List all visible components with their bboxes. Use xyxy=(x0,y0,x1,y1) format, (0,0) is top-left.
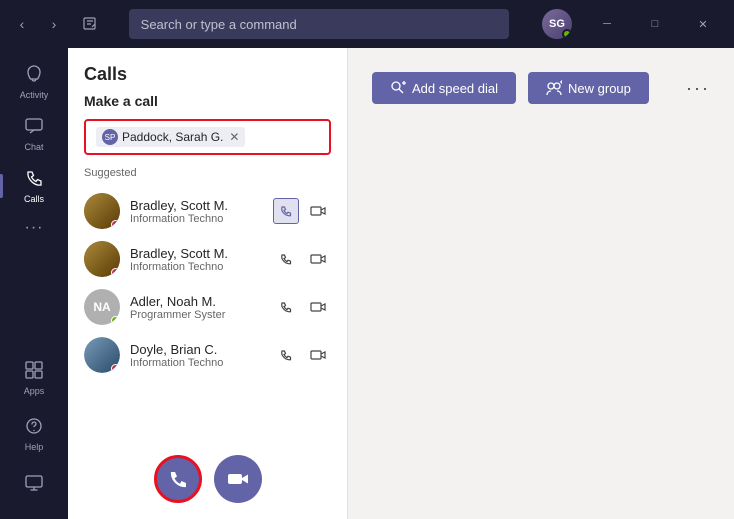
phone-call-button-scott1[interactable] xyxy=(273,198,299,224)
titlebar-nav: ‹ › xyxy=(8,10,68,38)
calls-panel: Calls Make a call SP Paddock, Sarah G. ✕… xyxy=(68,48,348,519)
contact-info-scott2: Bradley, Scott M. Information Techno xyxy=(130,246,263,273)
maximize-button[interactable]: □ xyxy=(632,9,678,39)
video-call-button-scott2[interactable] xyxy=(305,246,331,272)
back-button[interactable]: ‹ xyxy=(8,10,36,38)
contact-actions-doyle xyxy=(273,342,331,368)
contact-avatar-doyle xyxy=(84,337,120,373)
avatar-status-dot xyxy=(562,29,572,39)
more-icon: ··· xyxy=(25,220,44,236)
phone-call-button-noah[interactable] xyxy=(273,294,299,320)
call-input-tag: SP Paddock, Sarah G. ✕ xyxy=(96,127,245,147)
add-speed-dial-label: Add speed dial xyxy=(412,81,498,96)
dial-video-button[interactable] xyxy=(214,455,262,503)
tag-close-button[interactable]: ✕ xyxy=(229,130,239,144)
device-icon xyxy=(24,472,44,495)
titlebar: ‹ › Search or type a command SG ─ □ ✕ xyxy=(0,0,734,48)
phone-call-button-scott2[interactable] xyxy=(273,246,299,272)
search-placeholder: Search or type a command xyxy=(141,17,297,32)
call-input-box[interactable]: SP Paddock, Sarah G. ✕ xyxy=(84,119,331,155)
sidebar-item-more[interactable]: ··· xyxy=(0,212,68,244)
calls-label: Calls xyxy=(24,194,44,204)
contact-item-scott1: Bradley, Scott M. Information Techno xyxy=(84,187,331,235)
sidebar-item-calls[interactable]: Calls xyxy=(0,160,68,212)
contact-info-noah: Adler, Noah M. Programmer Syster xyxy=(130,294,263,321)
contact-role-scott2: Information Techno xyxy=(130,261,263,273)
suggested-label: Suggested xyxy=(84,167,331,179)
contact-avatar-scott2 xyxy=(84,241,120,277)
contact-role-noah: Programmer Syster xyxy=(130,309,263,321)
contact-name-scott2: Bradley, Scott M. xyxy=(130,246,263,261)
video-call-button-doyle[interactable] xyxy=(305,342,331,368)
contact-info-scott1: Bradley, Scott M. Information Techno xyxy=(130,198,263,225)
more-options-button[interactable]: ··· xyxy=(686,72,710,104)
sidebar-item-activity[interactable]: Activity xyxy=(0,56,68,108)
tag-name: Paddock, Sarah G. xyxy=(122,130,223,144)
chat-label: Chat xyxy=(24,142,43,152)
activity-icon xyxy=(24,64,44,87)
apps-label: Apps xyxy=(24,386,45,396)
contact-item-noah: NA Adler, Noah M. Programmer Syster xyxy=(84,283,331,331)
sidebar-bottom: Apps Help xyxy=(0,352,68,511)
main-content: Add speed dial New group ··· xyxy=(348,48,734,519)
calls-icon xyxy=(24,168,44,191)
forward-button[interactable]: › xyxy=(40,10,68,38)
make-call-section: Make a call SP Paddock, Sarah G. ✕ xyxy=(68,93,347,167)
contact-status-dot xyxy=(111,316,120,325)
make-call-title: Make a call xyxy=(84,93,331,109)
contact-name-noah: Adler, Noah M. xyxy=(130,294,263,309)
sidebar: Activity Chat Calls ··· xyxy=(0,48,68,519)
user-avatar[interactable]: SG xyxy=(542,9,572,39)
window-controls: ─ □ ✕ xyxy=(584,9,726,39)
new-group-label: New group xyxy=(568,81,631,96)
contact-actions-scott1 xyxy=(273,198,331,224)
noah-initials: NA xyxy=(93,300,110,314)
contact-actions-noah xyxy=(273,294,331,320)
phone-call-button-doyle[interactable] xyxy=(273,342,299,368)
contact-info-doyle: Doyle, Brian C. Information Techno xyxy=(130,342,263,369)
contact-status-dot xyxy=(111,364,120,373)
more-options-label: ··· xyxy=(686,78,710,99)
contact-item-scott2: Bradley, Scott M. Information Techno xyxy=(84,235,331,283)
tag-initials: SP xyxy=(102,129,118,145)
apps-icon xyxy=(24,360,44,383)
contact-role-doyle: Information Techno xyxy=(130,357,263,369)
suggested-section: Suggested Bradley, Scott M. Information … xyxy=(68,167,347,379)
contact-name-doyle: Doyle, Brian C. xyxy=(130,342,263,357)
new-group-button[interactable]: New group xyxy=(528,72,649,104)
search-bar[interactable]: Search or type a command xyxy=(129,9,509,39)
dial-buttons xyxy=(68,443,347,519)
sidebar-item-device[interactable] xyxy=(0,464,68,503)
help-icon xyxy=(24,416,44,439)
compose-button[interactable] xyxy=(76,10,104,38)
calls-panel-header: Calls xyxy=(68,48,347,93)
contact-name-scott1: Bradley, Scott M. xyxy=(130,198,263,213)
contact-actions-scott2 xyxy=(273,246,331,272)
dial-phone-button[interactable] xyxy=(154,455,202,503)
sidebar-item-help[interactable]: Help xyxy=(0,408,68,460)
help-label: Help xyxy=(25,442,44,452)
video-call-button-noah[interactable] xyxy=(305,294,331,320)
minimize-button[interactable]: ─ xyxy=(584,9,630,39)
sidebar-item-chat[interactable]: Chat xyxy=(0,108,68,160)
activity-label: Activity xyxy=(20,90,49,100)
video-call-button-scott1[interactable] xyxy=(305,198,331,224)
avatar-area: SG xyxy=(542,9,572,39)
contact-item-doyle: Doyle, Brian C. Information Techno xyxy=(84,331,331,379)
add-speed-dial-button[interactable]: Add speed dial xyxy=(372,72,516,104)
contact-avatar-scott1 xyxy=(84,193,120,229)
close-button[interactable]: ✕ xyxy=(680,9,726,39)
action-buttons: Add speed dial New group ··· xyxy=(372,72,710,104)
contact-role-scott1: Information Techno xyxy=(130,213,263,225)
contact-avatar-noah: NA xyxy=(84,289,120,325)
contact-status-dot xyxy=(111,220,120,229)
contact-status-dot xyxy=(111,268,120,277)
chat-icon xyxy=(24,116,44,139)
sidebar-item-apps[interactable]: Apps xyxy=(0,352,68,404)
main-layout: Activity Chat Calls ··· xyxy=(0,48,734,519)
